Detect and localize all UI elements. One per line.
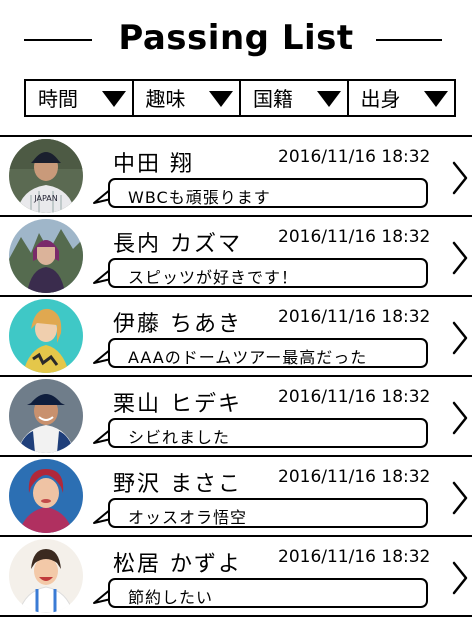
timestamp: 2016/11/16 18:32: [278, 387, 431, 407]
avatar: [9, 299, 83, 373]
timestamp: 2016/11/16 18:32: [278, 147, 431, 167]
passing-list: JAPAN 中田 翔 2016/11/16 18:32 WBCも頑張ります 長内…: [0, 135, 472, 617]
message-text: スピッツが好きです！: [128, 268, 299, 287]
chevron-right-icon[interactable]: [452, 161, 468, 195]
person-name: 野沢 まさこ: [113, 472, 242, 497]
list-item[interactable]: JAPAN 中田 翔 2016/11/16 18:32 WBCも頑張ります: [0, 135, 472, 215]
triangle-down-icon: [209, 91, 233, 107]
filter-dropdown-time[interactable]: 時間: [26, 81, 134, 115]
timestamp: 2016/11/16 18:32: [278, 227, 431, 247]
message-bubble: スピッツが好きです！: [108, 258, 428, 288]
message-text: WBCも頑張ります: [128, 188, 271, 207]
filter-label: 出身: [360, 87, 401, 111]
filter-dropdown-hometown[interactable]: 出身: [349, 81, 455, 115]
message-text: AAAのドームツアー最高だった: [128, 348, 368, 367]
svg-text:JAPAN: JAPAN: [33, 194, 57, 203]
chevron-right-icon[interactable]: [452, 561, 468, 595]
triangle-down-icon: [101, 91, 126, 107]
filter-label: 時間: [38, 87, 78, 111]
filter-label: 国籍: [253, 87, 293, 111]
avatar: [9, 539, 83, 613]
message-text: オッスオラ悟空: [128, 508, 248, 527]
filter-dropdown-nationality[interactable]: 国籍: [241, 81, 349, 115]
person-name: 松居 かずよ: [113, 552, 242, 577]
timestamp: 2016/11/16 18:32: [278, 467, 431, 487]
avatar: [9, 459, 83, 533]
message-bubble: シビれました: [108, 418, 428, 448]
header: Passing List: [0, 0, 472, 78]
filter-label: 趣味: [145, 87, 186, 111]
person-name: 栗山 ヒデキ: [113, 392, 242, 417]
person-name: 中田 翔: [113, 152, 194, 177]
message-text: 節約したい: [128, 588, 214, 607]
avatar: [9, 219, 83, 293]
filter-bar: 時間 趣味 国籍 出身: [24, 79, 456, 117]
triangle-down-icon: [316, 91, 341, 107]
chevron-right-icon[interactable]: [452, 241, 468, 275]
message-bubble: AAAのドームツアー最高だった: [108, 338, 428, 368]
message-text: シビれました: [128, 428, 231, 447]
chevron-right-icon[interactable]: [452, 481, 468, 515]
title-divider-right: [376, 39, 442, 41]
person-name: 長内 カズマ: [113, 232, 242, 257]
list-item[interactable]: 伊藤 ちあき 2016/11/16 18:32 AAAのドームツアー最高だった: [0, 295, 472, 375]
filter-dropdown-hobby[interactable]: 趣味: [134, 81, 241, 115]
message-bubble: WBCも頑張ります: [108, 178, 428, 208]
person-name: 伊藤 ちあき: [113, 312, 242, 337]
timestamp: 2016/11/16 18:32: [278, 307, 431, 327]
timestamp: 2016/11/16 18:32: [278, 547, 431, 567]
page-title: Passing List: [118, 18, 354, 58]
avatar: JAPAN: [9, 139, 83, 213]
list-item[interactable]: 栗山 ヒデキ 2016/11/16 18:32 シビれました: [0, 375, 472, 455]
chevron-right-icon[interactable]: [452, 321, 468, 355]
list-item[interactable]: 松居 かずよ 2016/11/16 18:32 節約したい: [0, 535, 472, 617]
list-item[interactable]: 長内 カズマ 2016/11/16 18:32 スピッツが好きです！: [0, 215, 472, 295]
message-bubble: オッスオラ悟空: [108, 498, 428, 528]
avatar: [9, 379, 83, 453]
chevron-right-icon[interactable]: [452, 401, 468, 435]
triangle-down-icon: [424, 91, 448, 107]
message-bubble: 節約したい: [108, 578, 428, 608]
list-item[interactable]: 野沢 まさこ 2016/11/16 18:32 オッスオラ悟空: [0, 455, 472, 535]
